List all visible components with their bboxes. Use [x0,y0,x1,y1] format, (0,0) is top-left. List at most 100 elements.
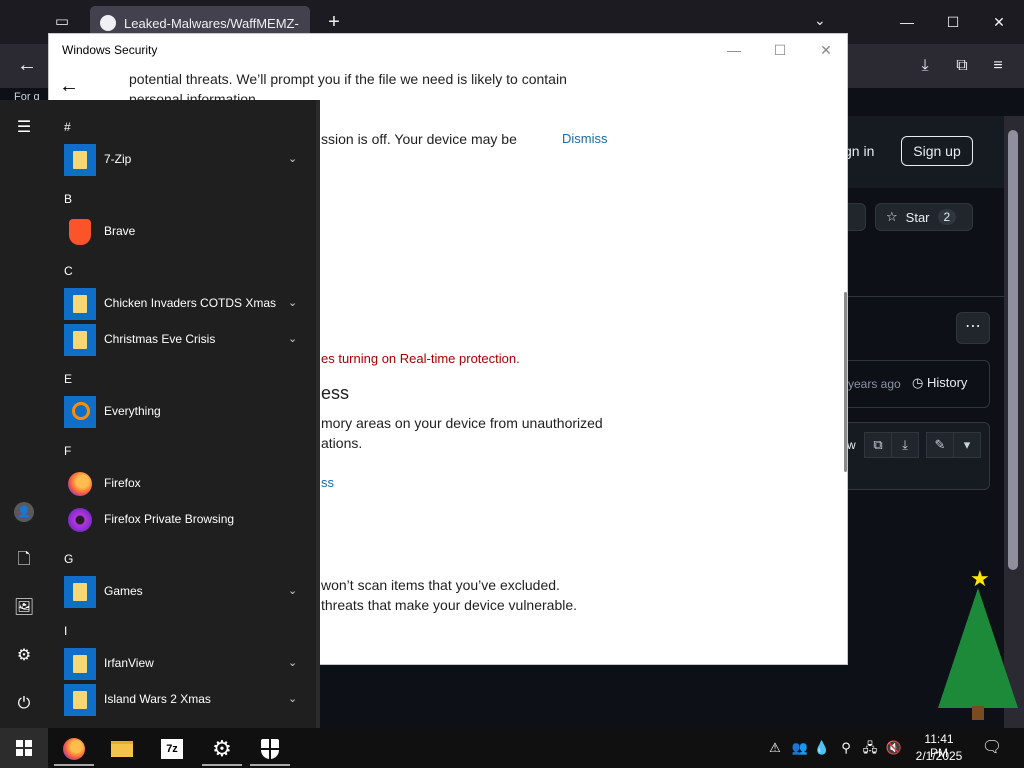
star-count: 2 [937,209,957,225]
sign-up-button[interactable]: Sign up [901,136,973,166]
chevron-down-icon[interactable]: ⌄ [288,152,297,165]
app-name: Everything [104,404,161,418]
maximize-icon[interactable]: ☐ [941,10,965,34]
app-item-island-wars-2-xmas[interactable]: Island Wars 2 Xmas ⌄ [56,682,308,718]
github-icon [100,15,116,31]
start-button[interactable] [0,728,48,768]
shield-icon [261,739,279,759]
section-letter[interactable]: # [64,120,71,134]
star-icon: ★ [970,566,990,591]
chevron-down-icon[interactable]: ⌄ [288,584,297,597]
history-button[interactable]: ◷ History [912,375,967,391]
section-letter[interactable]: G [64,552,73,566]
firefox-icon [64,468,96,500]
dismiss-link[interactable]: Dismiss [562,131,608,146]
security-alert-icon[interactable]: ⚠ [765,738,785,758]
close-icon[interactable]: ✕ [987,10,1011,34]
chevron-down-icon[interactable]: ⌄ [288,692,297,705]
folder-icon [64,144,96,176]
volume-muted-icon[interactable]: 🔇 [884,738,904,758]
minimize-icon[interactable]: — [720,40,748,60]
edit-dropdown-icon[interactable]: ▾ [953,432,981,458]
app-item-7-zip[interactable]: 7-Zip ⌄ [56,142,308,178]
memory-access-heading: ess [321,383,350,403]
hamburger-menu-icon[interactable]: ☰ [8,112,40,144]
chevron-down-icon[interactable]: ⌄ [288,296,297,309]
taskbar: 7z ⚙ ⚠ 👥 💧 ⚲ 🖧 🔇 11:41 PM 2/1/2025 🗨 [0,728,1024,768]
gear-icon: ⚙ [212,736,232,761]
star-button[interactable]: ☆ Star 2 [875,203,973,231]
menu-icon[interactable]: ≡ [986,54,1010,78]
app-item-chicken-invaders-cotds-xmas[interactable]: Chicken Invaders COTDS Xmas ⌄ [56,286,308,322]
folder-icon [64,288,96,320]
taskbar-windows-security[interactable] [246,732,294,766]
droplet-icon[interactable]: 💧 [812,738,832,758]
network-icon[interactable]: 🖧 [860,738,880,758]
security-title-bar: Windows Security — ☐ ✕ [49,34,847,66]
tab-title: Leaked-Malwares/WaffMEMZ- [124,15,299,31]
sign-in-link[interactable]: gn in [844,143,874,159]
history-icon: ◷ [912,375,924,390]
documents-icon[interactable]: 🗋 [8,544,40,576]
close-icon[interactable]: ✕ [812,40,840,60]
app-name: 7-Zip [104,152,132,166]
app-item-everything[interactable]: Everything [56,394,308,430]
submission-warning-text: ssion is off. Your device may be [321,131,517,147]
back-arrow-icon[interactable]: ← [14,52,40,78]
section-letter[interactable]: C [64,264,73,278]
app-name: IrfanView [104,656,154,670]
settings-icon[interactable]: ⚙ [8,640,40,672]
app-item-firefox-private-browsing[interactable]: Firefox Private Browsing [56,502,308,538]
chevron-down-icon[interactable]: ⌄ [288,656,297,669]
app-item-games[interactable]: Games ⌄ [56,574,308,610]
seven-zip-icon: 7z [161,739,183,759]
app-list: #7-Zip ⌄ B Brave C Chicken Invaders COTDS Xma… [56,100,320,728]
pictures-icon[interactable]: 🖼 [8,592,40,624]
firefox-view-icon[interactable]: ▭ [52,12,72,32]
history-label: History [926,375,968,390]
section-letter[interactable]: I [64,624,67,638]
notification-icon[interactable]: 🗨 [980,736,1004,760]
more-options-button[interactable]: ⋯ [956,312,990,344]
people-icon[interactable]: 👥 [790,738,810,758]
folder-icon [64,684,96,716]
everything-search-icon[interactable]: ⚲ [836,738,856,758]
star-icon: ☆ [886,209,898,224]
maximize-icon[interactable]: ☐ [766,40,794,60]
copy-icon[interactable]: ⧉ [864,432,892,458]
windows-logo-icon [16,740,32,756]
start-rail: ☰ 👤 🗋 🖼 ⚙ ⏻ [0,100,48,728]
dismiss-link-2[interactable]: ss [321,475,334,490]
minimize-icon[interactable]: — [895,10,919,34]
page-scrollbar-thumb[interactable] [1008,130,1018,570]
section-letter[interactable]: F [64,444,71,458]
memory-access-description: mory areas on your device from unauthori… [321,415,603,431]
user-avatar[interactable]: 👤 [14,502,34,522]
extensions-icon[interactable]: ⧉ [950,54,974,78]
app-name: Firefox [104,476,141,490]
edit-pencil-icon[interactable]: ✎ [926,432,954,458]
back-arrow-icon[interactable]: ← [57,74,81,98]
app-item-irfanview[interactable]: IrfanView ⌄ [56,646,308,682]
new-tab-button[interactable]: + [322,10,346,34]
desktop: ▭ Leaked-Malwares/WaffMEMZ- + ⌄ — ☐ ✕ ← … [0,0,1024,768]
download-icon[interactable]: ⤓ [913,54,937,78]
power-icon[interactable]: ⏻ [8,688,40,720]
taskbar-7zip[interactable]: 7z [148,732,196,766]
taskbar-settings[interactable]: ⚙ [198,732,246,766]
download-raw-icon[interactable]: ⤓ [891,432,919,458]
app-list-scrollbar[interactable] [316,100,320,728]
raw-button-fragment[interactable]: w [847,438,856,452]
security-scrollbar[interactable] [844,292,847,472]
section-letter[interactable]: E [64,372,72,386]
app-item-brave[interactable]: Brave [56,214,308,250]
taskbar-file-explorer[interactable] [98,732,146,766]
chevron-down-icon[interactable]: ⌄ [814,12,826,29]
chevron-down-icon[interactable]: ⌄ [288,332,297,345]
taskbar-firefox[interactable] [50,732,98,766]
firefox-icon [63,738,85,760]
app-item-christmas-eve-crisis[interactable]: Christmas Eve Crisis ⌄ [56,322,308,358]
section-letter[interactable]: B [64,192,72,206]
app-item-firefox[interactable]: Firefox [56,466,308,502]
clock-date[interactable]: 2/1/2025 [914,749,964,763]
